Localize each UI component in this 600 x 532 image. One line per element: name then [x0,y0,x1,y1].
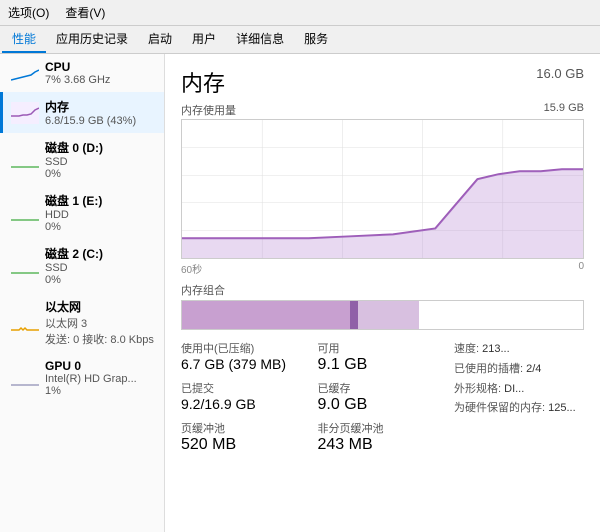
memory-title: 内存 [45,98,136,115]
stat-committed: 已提交 9.2/16.9 GB [181,380,308,414]
composition-standby [358,301,418,329]
cpu-title: CPU [45,60,110,74]
graph-time-labels: 60秒 0 [181,261,584,276]
composition-free [419,301,583,329]
ethernet-subtitle: 以太网 3 [45,315,154,331]
panel-header: 内存 16.0 GB [181,66,584,98]
stat-cached: 已缓存 9.0 GB [318,380,445,414]
tab-startup[interactable]: 启动 [138,26,182,53]
gpu-percent: 1% [45,385,137,397]
stats-right: 速度: 213... 已使用的插槽: 2/4 外形规格: DI... 为硬件保留… [454,340,584,454]
right-panel: 内存 16.0 GB 内存使用量 15.9 GB [165,54,600,532]
stats-left: 使用中(已压缩) 6.7 GB (379 MB) 可用 9.1 GB 已提交 9… [181,340,444,454]
graph-top-value: 15.9 GB [544,102,584,118]
ethernet-title: 以太网 [45,298,154,315]
graph-top-label: 内存使用量 [181,102,236,118]
disk0-mini-chart [11,149,39,171]
stats-section: 使用中(已压缩) 6.7 GB (379 MB) 可用 9.1 GB 已提交 9… [181,340,584,454]
stat-available: 可用 9.1 GB [318,340,445,374]
graph-label-top: 内存使用量 15.9 GB [181,102,584,118]
tab-performance[interactable]: 性能 [2,26,46,53]
composition-modified [350,301,358,329]
memory-mini-chart [11,102,39,124]
tab-services[interactable]: 服务 [294,26,338,53]
gpu-subtitle: Intel(R) HD Grap... [45,373,137,385]
disk2-title: 磁盘 2 (C:) [45,245,103,262]
time-label-right: 0 [578,261,584,276]
memory-subtitle: 6.8/15.9 GB (43%) [45,115,136,127]
composition-bar [181,300,584,330]
ethernet-speed: 发送: 0 接收: 8.0 Kbps [45,331,154,347]
disk1-title: 磁盘 1 (E:) [45,192,102,209]
sidebar-item-disk2[interactable]: 磁盘 2 (C:) SSD 0% [0,239,164,292]
menu-options[interactable]: 选项(O) [4,2,53,23]
composition-used [182,301,350,329]
gpu-mini-chart [11,367,39,389]
stat-reserved-label: 为硬件保留的内存: 125... [454,399,584,419]
disk0-title: 磁盘 0 (D:) [45,139,103,156]
sidebar: CPU 7% 3.68 GHz 内存 6.8/15.9 GB (43%) [0,54,165,532]
composition-label: 内存组合 [181,282,584,298]
stat-paged-pool: 页缓冲池 520 MB [181,420,308,454]
sidebar-item-gpu[interactable]: GPU 0 Intel(R) HD Grap... 1% [0,353,164,403]
sidebar-item-cpu[interactable]: CPU 7% 3.68 GHz [0,54,164,92]
memory-graph [181,119,584,259]
panel-total: 16.0 GB [536,66,584,81]
stat-speed-label: 速度: 213... [454,340,584,360]
disk1-mini-chart [11,202,39,224]
stat-form-label: 外形规格: DI... [454,380,584,400]
stat-compressed: 使用中(已压缩) 6.7 GB (379 MB) [181,340,308,374]
menubar: 选项(O) 查看(V) [0,0,600,26]
sidebar-item-disk1[interactable]: 磁盘 1 (E:) HDD 0% [0,186,164,239]
tab-users[interactable]: 用户 [182,26,226,53]
panel-title: 内存 [181,66,225,98]
ethernet-mini-chart [11,312,39,334]
disk2-subtitle: SSD [45,262,103,274]
main-layout: CPU 7% 3.68 GHz 内存 6.8/15.9 GB (43%) [0,54,600,532]
sidebar-item-memory[interactable]: 内存 6.8/15.9 GB (43%) [0,92,164,133]
stat-nonpaged-pool: 非分页缓冲池 243 MB [318,420,445,454]
sidebar-item-ethernet[interactable]: 以太网 以太网 3 发送: 0 接收: 8.0 Kbps [0,292,164,353]
tab-details[interactable]: 详细信息 [226,26,294,53]
disk2-percent: 0% [45,274,103,286]
stat-slots-label: 已使用的插槽: 2/4 [454,360,584,380]
tabbar: 性能 应用历史记录 启动 用户 详细信息 服务 [0,26,600,54]
disk0-subtitle: SSD [45,156,103,168]
disk2-mini-chart [11,255,39,277]
time-label-left: 60秒 [181,261,202,276]
gpu-title: GPU 0 [45,359,137,373]
menu-view[interactable]: 查看(V) [61,2,109,23]
cpu-mini-chart [11,62,39,84]
sidebar-item-disk0[interactable]: 磁盘 0 (D:) SSD 0% [0,133,164,186]
cpu-subtitle: 7% 3.68 GHz [45,74,110,86]
tab-app-history[interactable]: 应用历史记录 [46,26,138,53]
disk0-percent: 0% [45,168,103,180]
disk1-percent: 0% [45,221,102,233]
disk1-subtitle: HDD [45,209,102,221]
